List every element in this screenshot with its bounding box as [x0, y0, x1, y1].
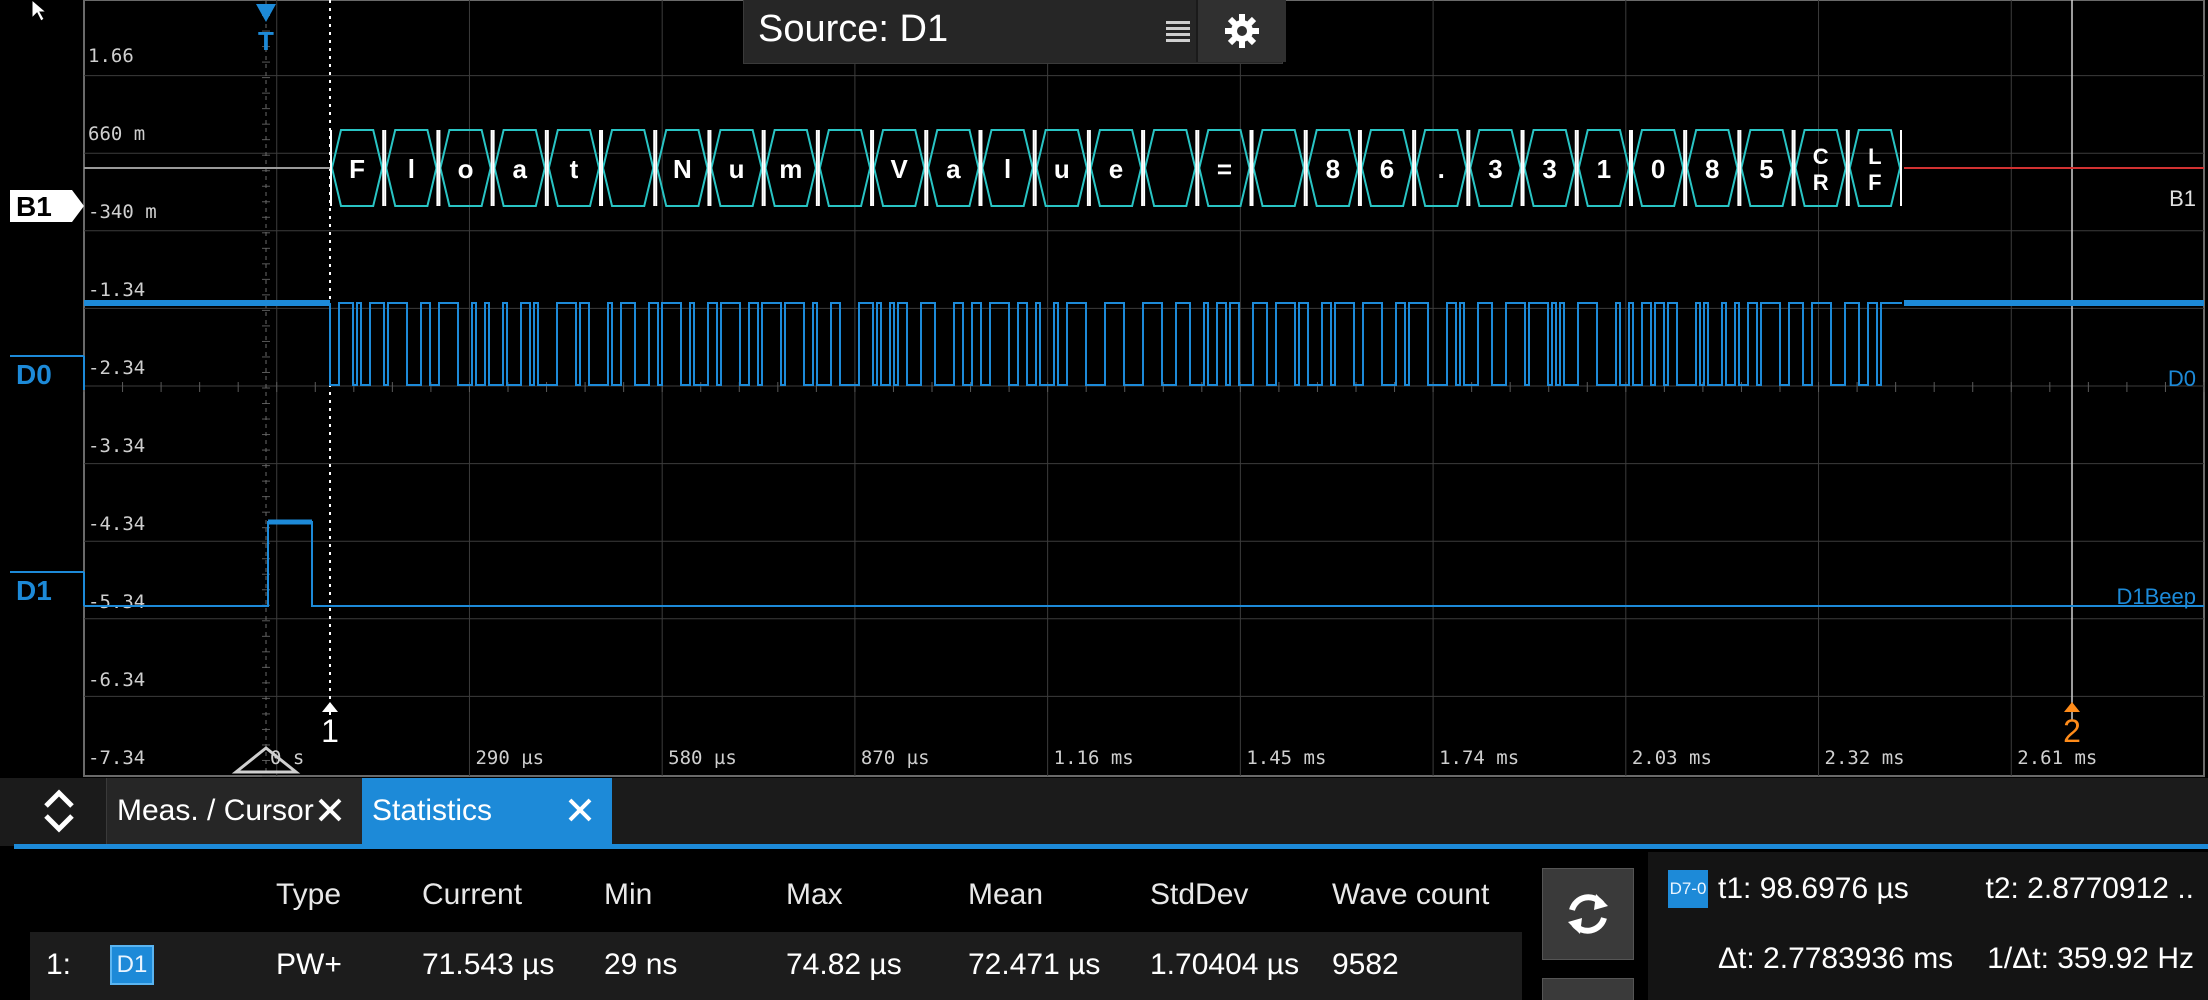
row-index: 1:: [46, 948, 72, 981]
y-axis-label: 1.66: [88, 45, 134, 67]
close-meas-cursor-button[interactable]: [312, 792, 348, 828]
cursor-source-badge[interactable]: D7-0: [1668, 870, 1708, 908]
source-settings-button[interactable]: [1196, 0, 1286, 62]
source-toolbar: Source: D1: [743, 0, 1286, 64]
col-header-min: Min: [604, 878, 653, 911]
decode-frame-char: .: [1438, 154, 1445, 184]
decode-frame-char: a: [512, 154, 527, 184]
tab-meas-cursor[interactable]: Meas. / Cursor: [106, 778, 362, 844]
decode-frame-char: F: [1868, 170, 1881, 195]
cell-type: PW+: [276, 948, 342, 981]
decode-frame-char: 5: [1759, 154, 1773, 184]
y-axis-label: -340 m: [88, 201, 157, 223]
col-header-type: Type: [276, 878, 342, 911]
decode-frame-char: 8: [1326, 154, 1340, 184]
x-axis-label: 290 µs: [475, 747, 544, 769]
cell-stddev: 1.70404 µs: [1150, 948, 1300, 981]
y-axis-label: 660 m: [88, 123, 145, 145]
decode-frame-char: u: [1054, 154, 1070, 184]
source-label[interactable]: Source: D1: [758, 8, 948, 51]
decode-frame-char: F: [349, 154, 365, 184]
list-icon: [1166, 21, 1190, 42]
cursor-t2: t2: 2.8770912 ..: [1985, 872, 2194, 905]
decode-frame-char: 0: [1651, 154, 1665, 184]
decode-frame-char: 1: [1597, 154, 1611, 184]
trigger-marker-label: T: [258, 26, 274, 56]
x-axis-label: 1.45 ms: [1246, 747, 1326, 769]
d0-trace-label: D0: [2168, 366, 2196, 391]
up-down-arrows-icon: [44, 789, 74, 833]
cell-max: 74.82 µs: [786, 948, 902, 981]
refresh-icon: [1568, 894, 1608, 934]
decode-frame-char: 3: [1488, 154, 1502, 184]
decode-frame-char: m: [779, 154, 802, 184]
d0-badge-label: D0: [16, 359, 52, 390]
secondary-button[interactable]: [1542, 978, 1634, 1000]
y-axis-label: -5.34: [88, 591, 145, 613]
col-header-wave-count: Wave count: [1332, 878, 1490, 911]
decode-frame-char: L: [1868, 144, 1881, 169]
cell-min: 29 ns: [604, 948, 678, 981]
tab-statistics-label: Statistics: [372, 794, 493, 827]
cursor-t1: t1: 98.6976 µs: [1718, 872, 1909, 905]
row-source-badge[interactable]: D1: [110, 945, 154, 985]
x-axis-label: 870 µs: [861, 747, 930, 769]
decode-frame-char: 6: [1380, 154, 1394, 184]
y-axis-label: -4.34: [88, 513, 145, 535]
panel-toggle-button[interactable]: [14, 778, 104, 844]
decode-frame-char: 8: [1705, 154, 1719, 184]
x-axis-label: 2.61 ms: [2017, 747, 2097, 769]
x-axis-label: 1.74 ms: [1439, 747, 1519, 769]
y-axis-label: -1.34: [88, 279, 145, 301]
decode-frame-char: u: [729, 154, 745, 184]
decode-frame-char: C: [1813, 144, 1829, 169]
x-axis-label: 2.32 ms: [1825, 747, 1905, 769]
cursor-delta-t: Δt: 2.7783936 ms: [1718, 942, 1954, 975]
reset-statistics-button[interactable]: [1542, 868, 1634, 960]
decode-frame-char: V: [891, 154, 909, 184]
col-header-mean: Mean: [968, 878, 1044, 911]
waveform-display[interactable]: 1.66 660 m -340 m -1.34 -2.34 -3.34 -4.34 -5.34…: [0, 0, 2208, 778]
gear-icon: [1225, 14, 1259, 48]
x-axis-label: 580 µs: [668, 747, 737, 769]
col-header-max: Max: [786, 878, 843, 911]
tab-statistics[interactable]: Statistics: [362, 778, 612, 844]
cell-current: 71.543 µs: [422, 948, 555, 981]
y-axis-label: -3.34: [88, 435, 145, 457]
cell-wave-count: 9582: [1332, 948, 1399, 981]
y-axis-label: -7.34: [88, 747, 145, 769]
col-header-stddev: StdDev: [1150, 878, 1249, 911]
col-header-current: Current: [422, 878, 523, 911]
b1-badge-label: B1: [16, 191, 52, 222]
decode-frame-char: 3: [1542, 154, 1556, 184]
y-axis-label: -6.34: [88, 669, 145, 691]
b1-trace-label: B1: [2169, 186, 2196, 211]
b1-channel-badge[interactable]: B1: [10, 190, 84, 222]
close-icon: [318, 798, 342, 822]
decode-frame-char: t: [570, 154, 579, 184]
decode-frame-char: l: [1004, 154, 1011, 184]
close-statistics-button[interactable]: [562, 792, 598, 828]
d1-badge-label: D1: [16, 575, 52, 606]
decode-frame-char: o: [458, 154, 474, 184]
x-axis-label: 2.03 ms: [1632, 747, 1712, 769]
cell-mean: 72.471 µs: [968, 948, 1101, 981]
cursor-2-label: 2: [2063, 713, 2081, 749]
cursor-inverse-delta-t: 1/Δt: 359.92 Hz: [1987, 942, 2194, 975]
decode-frame-char: N: [673, 154, 692, 184]
d1-trace-label: D1Beep: [2116, 584, 2196, 609]
decode-frame-char: e: [1109, 154, 1123, 184]
cursor-1-label: 1: [321, 713, 339, 749]
close-icon: [568, 798, 592, 822]
decode-frame-char: a: [946, 154, 961, 184]
x-axis-label: 1.16 ms: [1054, 747, 1134, 769]
y-axis-label: -2.34: [88, 357, 145, 379]
decode-frame-char: =: [1217, 154, 1232, 184]
decode-frame-char: l: [408, 154, 415, 184]
tab-meas-cursor-label: Meas. / Cursor: [117, 794, 314, 827]
decode-frame-char: R: [1813, 170, 1829, 195]
